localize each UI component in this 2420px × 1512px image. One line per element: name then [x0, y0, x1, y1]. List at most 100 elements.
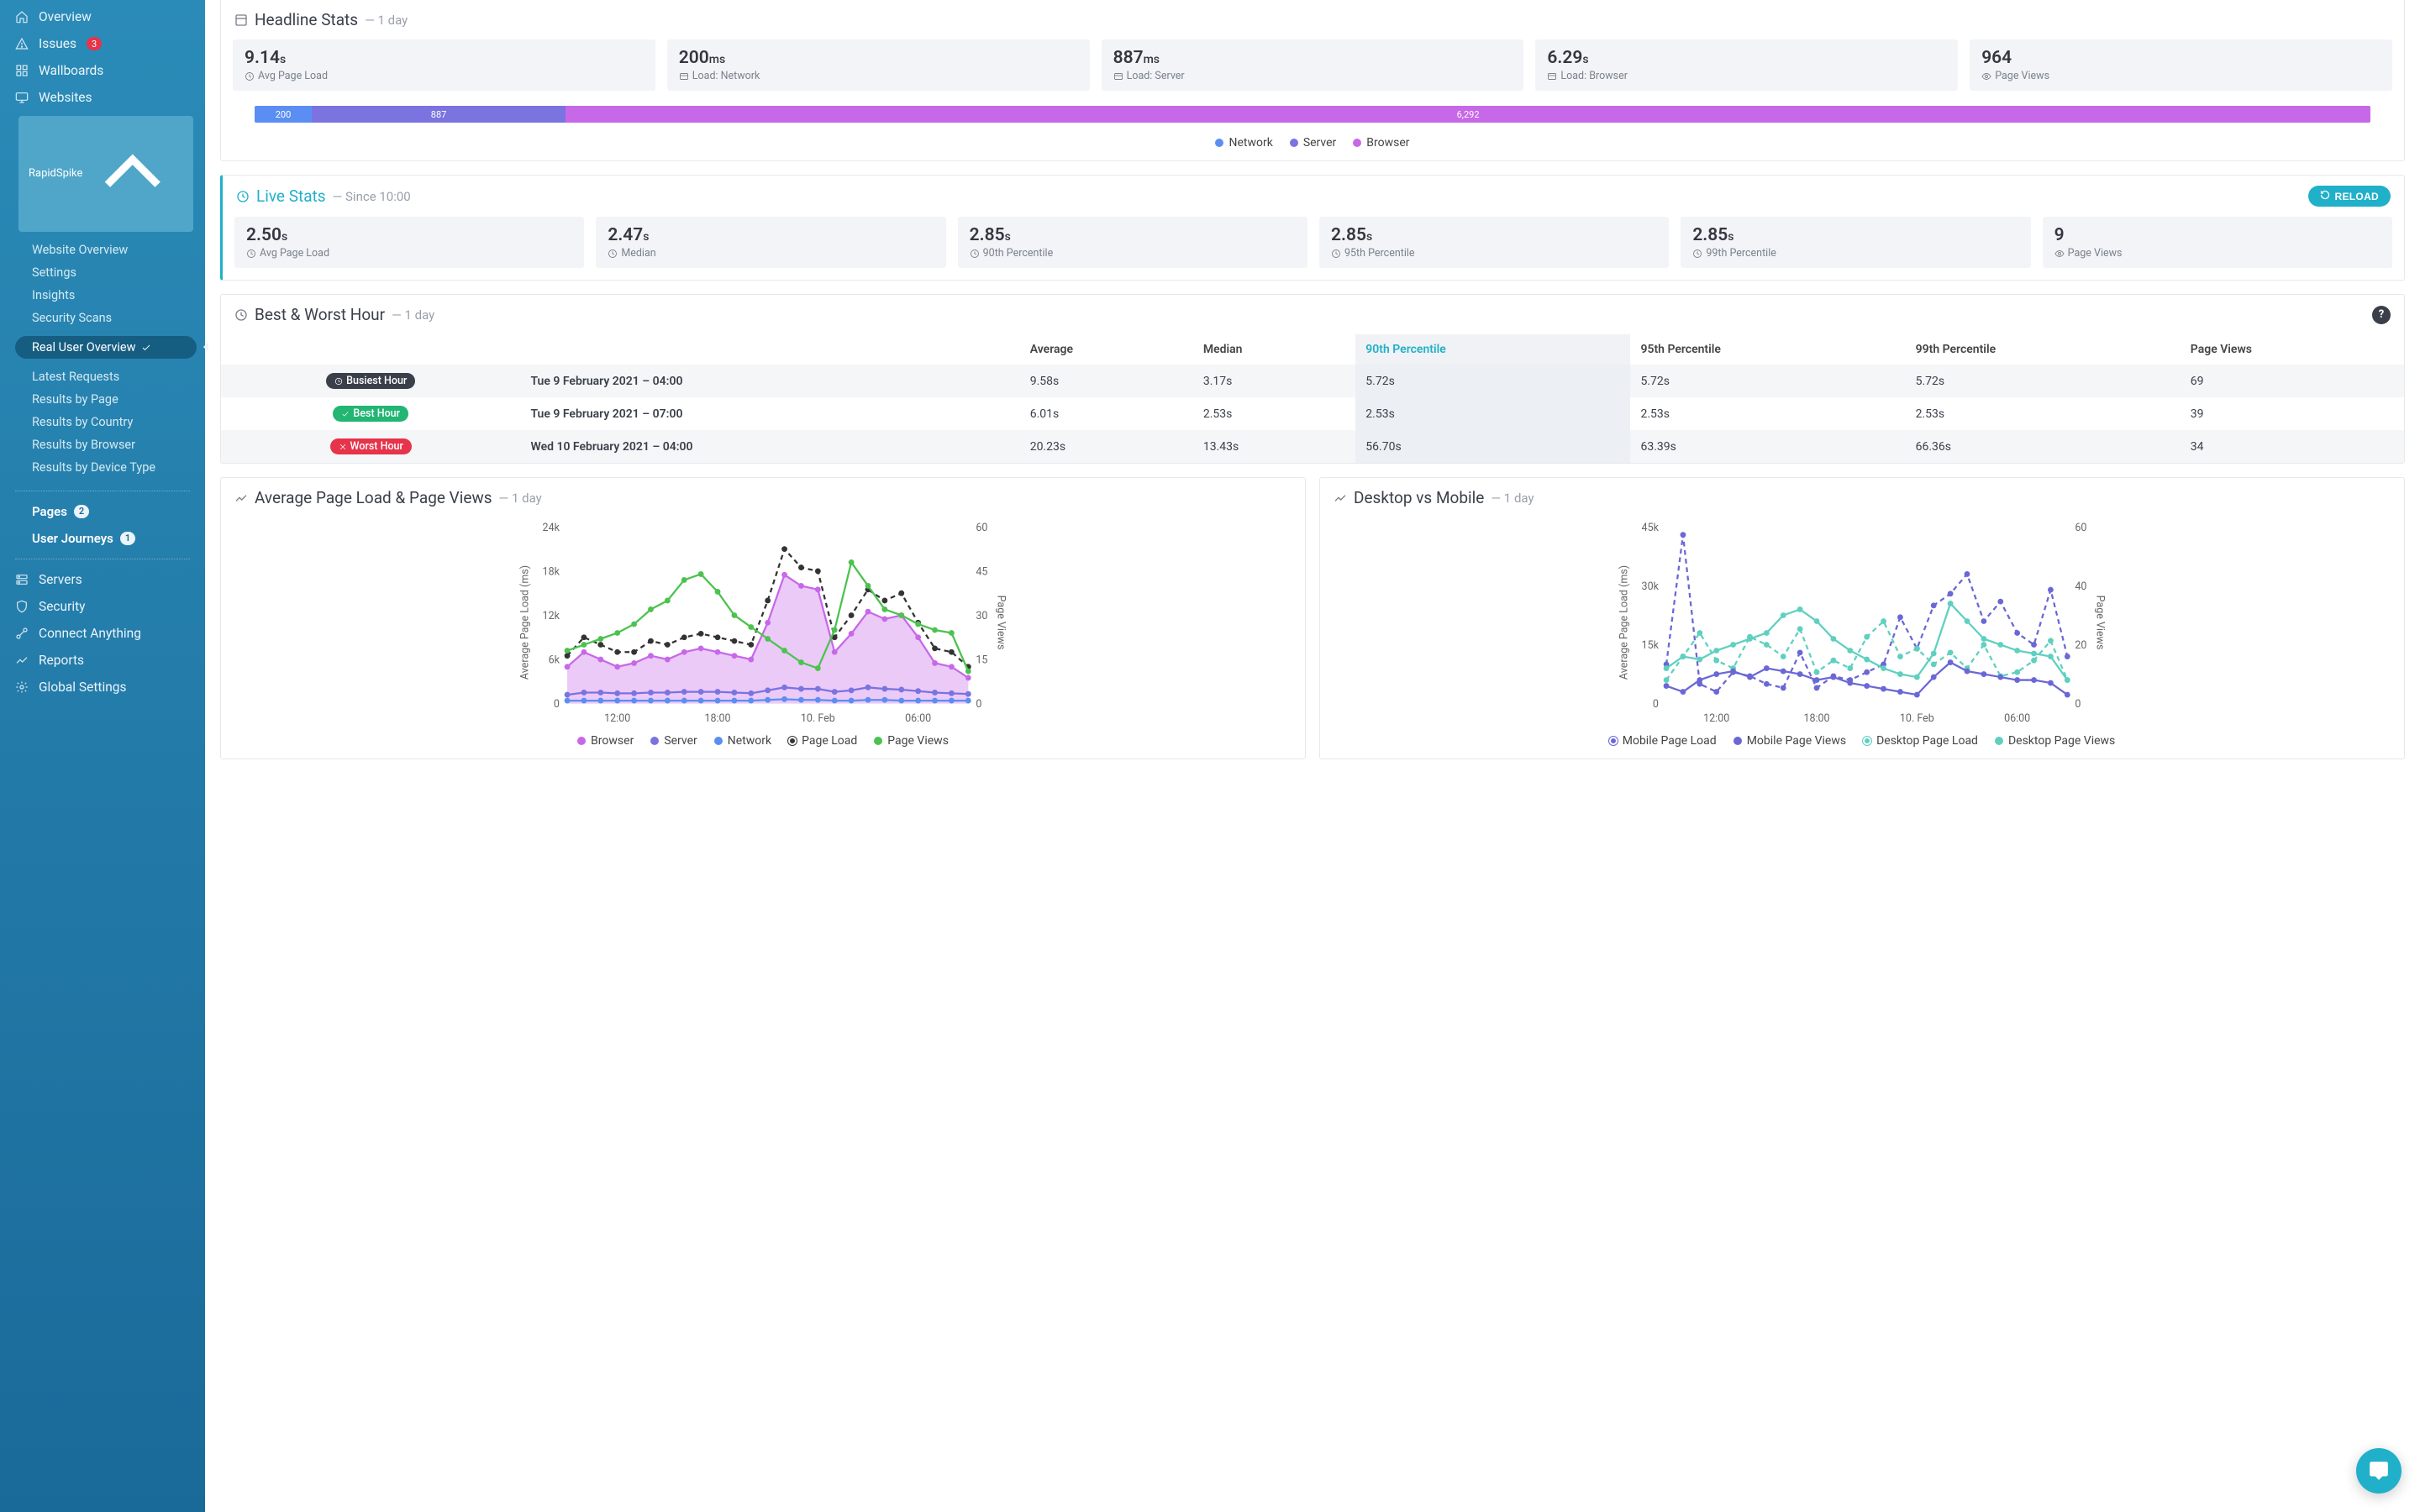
legend-item: Page Views: [874, 734, 949, 748]
clock-icon: [246, 249, 256, 259]
load-breakdown-legend: NetworkServerBrowser: [221, 133, 2404, 160]
legend-dot: [1609, 737, 1618, 745]
sidebar-item-insights[interactable]: Insights: [0, 284, 205, 307]
help-button[interactable]: ?: [2372, 306, 2391, 324]
sidebar-item-settings[interactable]: Settings: [0, 261, 205, 284]
stat-value: 2.85s: [1692, 225, 2018, 245]
sidebar-item-reports[interactable]: Reports: [0, 647, 205, 674]
sidebar-item-results-by-page[interactable]: Results by Page: [0, 388, 205, 411]
chat-button[interactable]: [2356, 1448, 2402, 1494]
sidebar-item-results-by-device-type[interactable]: Results by Device Type: [0, 456, 205, 479]
table-cell: 66.36s: [1906, 430, 2181, 463]
legend-item: Mobile Page Load: [1609, 734, 1717, 748]
svg-text:0: 0: [2075, 698, 2081, 711]
sidebar-item-issues[interactable]: Issues 3: [0, 30, 205, 57]
panel-title: Average Page Load & Page Views: [255, 488, 492, 507]
table-cell: 34: [2181, 430, 2404, 463]
stat-card: 9 Page Views: [2043, 217, 2392, 268]
stat-card: 2.85s 99th Percentile: [1681, 217, 2030, 268]
clock-icon: [1331, 249, 1341, 259]
table-cell: 6.01s: [1020, 397, 1193, 430]
table-header: 95th Percentile: [1630, 334, 1905, 365]
table-header: 99th Percentile: [1906, 334, 2181, 365]
legend-item: Network: [714, 734, 771, 748]
svg-text:40: 40: [2075, 580, 2086, 593]
stat-label: Page Views: [2054, 247, 2381, 260]
load-icon: [1113, 71, 1123, 81]
svg-text:15: 15: [976, 654, 987, 667]
legend-item: Network: [1215, 136, 1272, 150]
count-badge: 1: [120, 532, 135, 545]
sidebar-item-connect-anything[interactable]: Connect Anything: [0, 620, 205, 647]
sidebar-item-wallboards[interactable]: Wallboards: [0, 57, 205, 84]
stat-value: 964: [1981, 48, 2381, 68]
stat-value: 6.29s: [1547, 48, 1946, 68]
sidebar-section-pages[interactable]: Pages2: [0, 498, 205, 525]
svg-text:10. Feb: 10. Feb: [801, 712, 835, 725]
plug-icon: [15, 627, 29, 640]
svg-text:30: 30: [976, 610, 987, 622]
panel-range: — 1 day: [499, 491, 542, 506]
stat-card: 9.14s Avg Page Load: [233, 39, 655, 91]
stat-card: 200ms Load: Network: [667, 39, 1090, 91]
row-date: Wed 10 February 2021 – 04:00: [520, 430, 1019, 463]
svg-text:6k: 6k: [549, 654, 560, 667]
desktop-mobile-chart-panel: Desktop vs Mobile — 1 day 015k30k45k0204…: [1319, 477, 2405, 759]
main-content: Headline Stats — 1 day 9.14s Avg Page Lo…: [205, 0, 2420, 1512]
legend-dot: [714, 737, 723, 745]
sidebar-item-security[interactable]: Security: [0, 593, 205, 620]
table-cell: 9.58s: [1020, 365, 1193, 397]
site-selector[interactable]: RapidSpike: [18, 116, 193, 232]
sidebar-item-label: Connect Anything: [39, 626, 141, 641]
svg-text:0: 0: [976, 698, 981, 711]
svg-text:18:00: 18:00: [1803, 712, 1829, 725]
load-icon: [1547, 71, 1557, 81]
loadbar-server: 887: [312, 106, 566, 123]
legend-item: Browser: [577, 734, 634, 748]
stat-card: 964 Page Views: [1970, 39, 2392, 91]
sidebar-item-latest-requests[interactable]: Latest Requests: [0, 365, 205, 388]
sidebar-item-global-settings[interactable]: Global Settings: [0, 674, 205, 701]
table-cell: 56.70s: [1355, 430, 1630, 463]
sidebar-item-websites[interactable]: Websites: [0, 84, 205, 111]
stat-label: Avg Page Load: [246, 247, 572, 260]
sidebar-item-servers[interactable]: Servers: [0, 566, 205, 593]
legend-item: Desktop Page Load: [1863, 734, 1978, 748]
svg-text:Average Page Load (ms): Average Page Load (ms): [1618, 565, 1630, 680]
row-date: Tue 9 February 2021 – 04:00: [520, 365, 1019, 397]
gear-icon: [15, 680, 29, 694]
sidebar-item-results-by-browser[interactable]: Results by Browser: [0, 433, 205, 456]
reload-button[interactable]: RELOAD: [2308, 186, 2391, 207]
grid-icon: [15, 64, 29, 77]
clock-icon: [234, 308, 248, 322]
svg-text:45k: 45k: [1642, 522, 1660, 534]
stat-label: Load: Browser: [1547, 70, 1946, 82]
panel-range: — 1 day: [1491, 491, 1534, 506]
sidebar-item-results-by-country[interactable]: Results by Country: [0, 411, 205, 433]
table-cell: 2.53s: [1355, 397, 1630, 430]
stat-value: 2.85s: [1331, 225, 1657, 245]
svg-text:60: 60: [2075, 522, 2086, 534]
table-cell: 2.53s: [1193, 397, 1355, 430]
check-icon: [341, 410, 350, 418]
sidebar-item-real-user-overview[interactable]: Real User Overview: [15, 336, 197, 359]
table-cell: 39: [2181, 397, 2404, 430]
stat-card: 6.29s Load: Browser: [1535, 39, 1958, 91]
stat-label: 99th Percentile: [1692, 247, 2018, 260]
table-header: [221, 334, 520, 365]
svg-text:06:00: 06:00: [905, 712, 931, 725]
panel-range: — 1 day: [365, 13, 408, 28]
best-worst-panel: Best & Worst Hour — 1 day ? AverageMedia…: [220, 294, 2405, 464]
sidebar-item-label: Wallboards: [39, 63, 103, 78]
avg-pageload-chart-panel: Average Page Load & Page Views — 1 day 0…: [220, 477, 1306, 759]
sidebar-item-website-overview[interactable]: Website Overview: [0, 239, 205, 261]
reload-icon: [2320, 190, 2330, 202]
legend-dot: [1353, 139, 1361, 147]
sidebar-item-security-scans[interactable]: Security Scans: [0, 307, 205, 329]
stat-card: 2.50s Avg Page Load: [234, 217, 584, 268]
sidebar-section-user-journeys[interactable]: User Journeys1: [0, 525, 205, 552]
sidebar-item-overview[interactable]: Overview: [0, 3, 205, 30]
svg-text:18:00: 18:00: [704, 712, 730, 725]
stat-card: 887ms Load: Server: [1102, 39, 1524, 91]
x-icon: [339, 443, 347, 451]
